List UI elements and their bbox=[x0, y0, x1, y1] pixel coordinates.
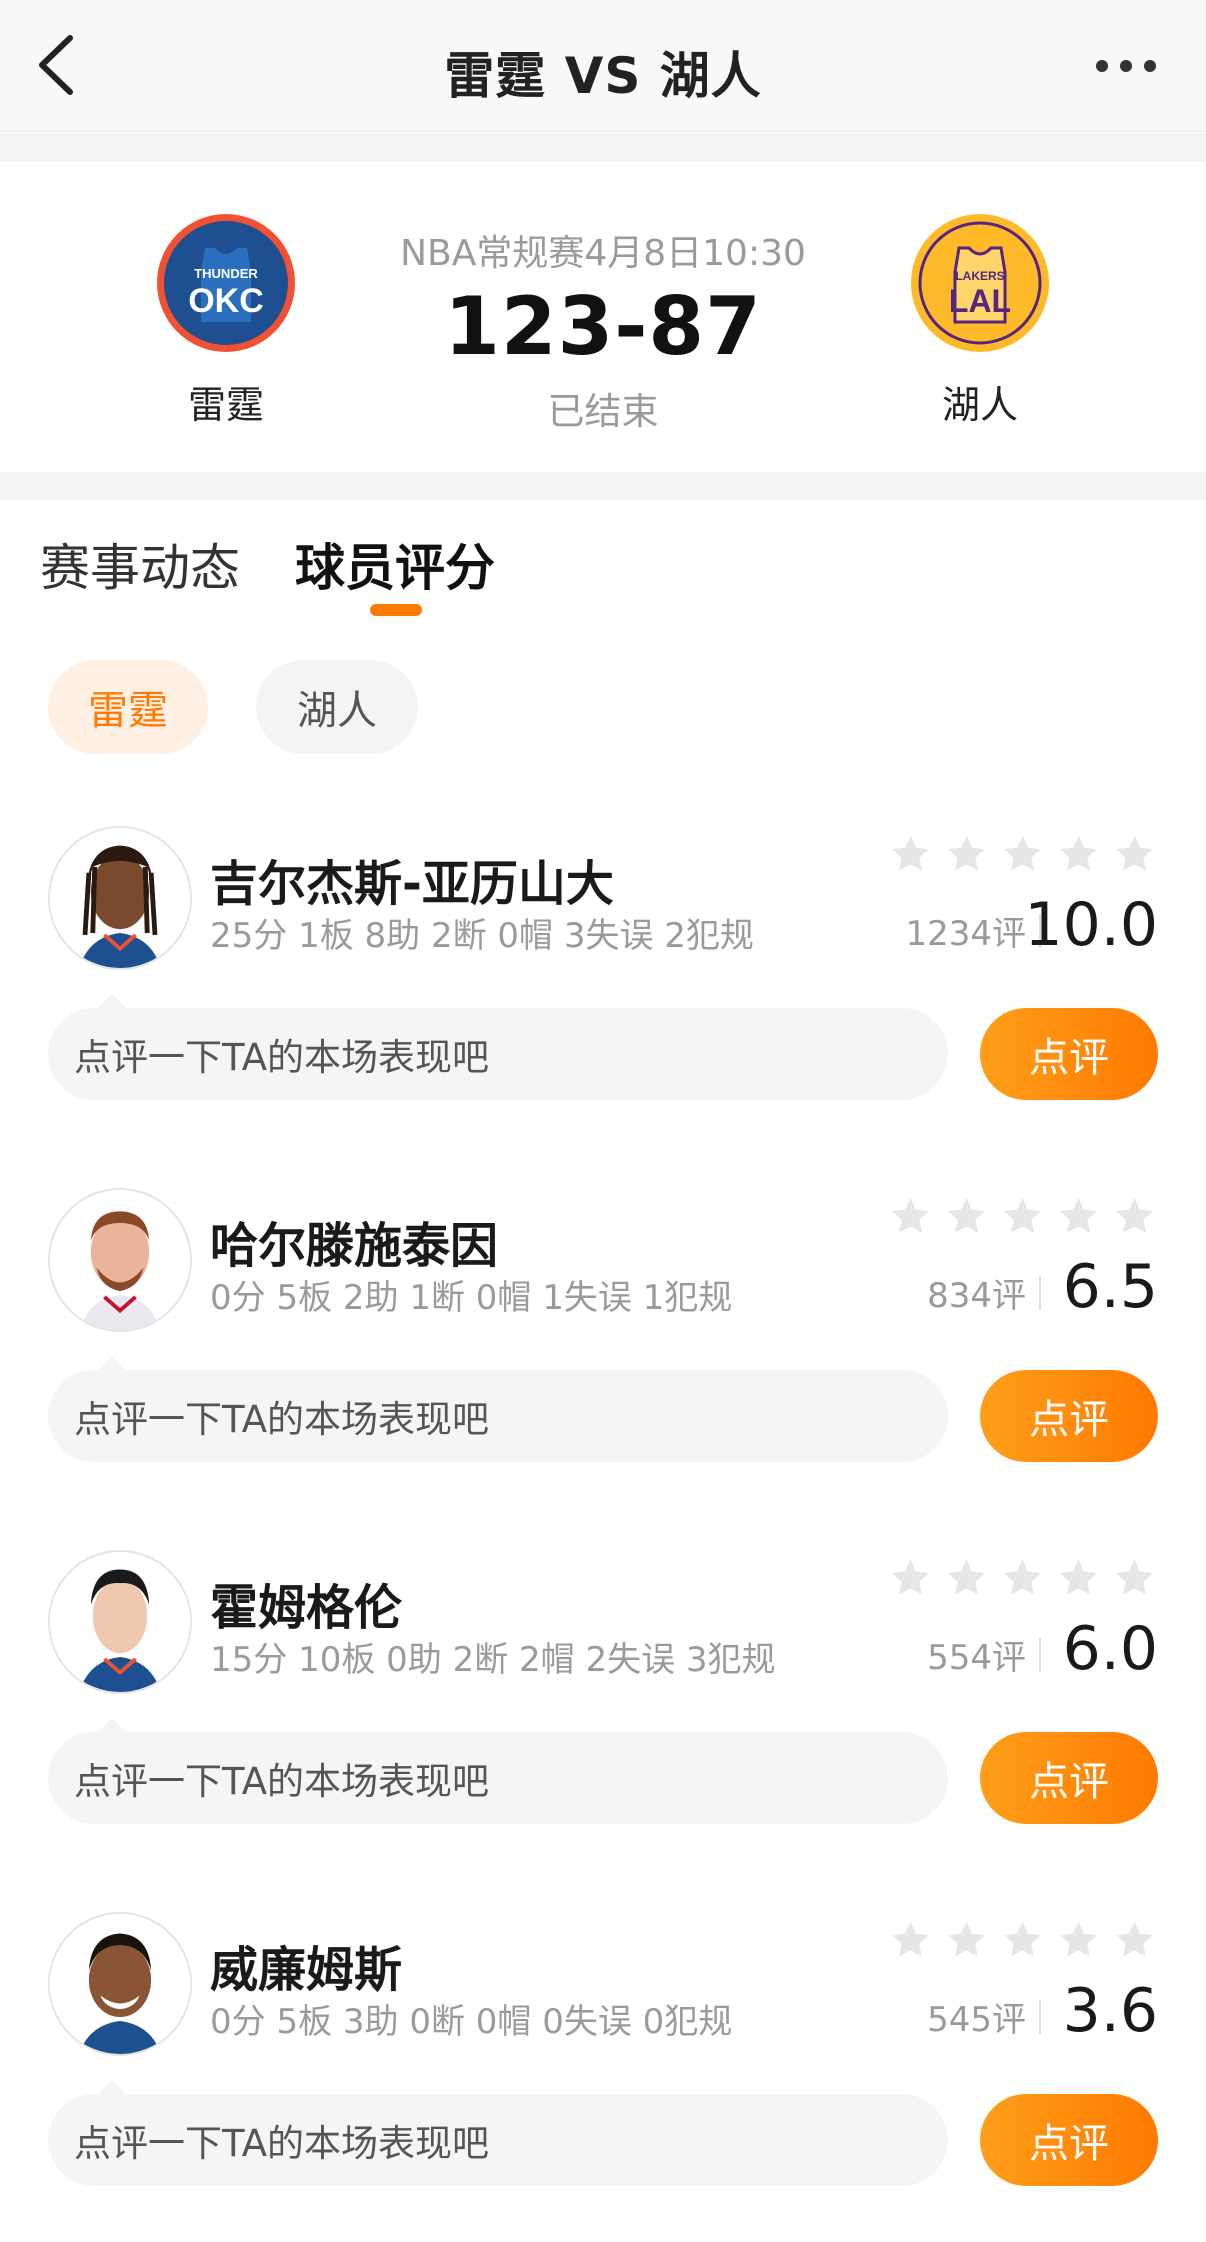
player-stats: 0分 5板 3助 0断 0帽 0失误 0犯规 bbox=[210, 2002, 733, 2042]
tab-indicator bbox=[370, 604, 422, 616]
star-icon[interactable] bbox=[1000, 832, 1045, 877]
comment-button[interactable]: 点评 bbox=[980, 1732, 1158, 1824]
rating-stars[interactable] bbox=[888, 1918, 1157, 1963]
home-team-name: 雷霆 bbox=[187, 383, 264, 427]
rating-score: 10.0 bbox=[1024, 890, 1158, 960]
star-icon[interactable] bbox=[888, 832, 933, 877]
star-icon[interactable] bbox=[1112, 1918, 1157, 1963]
home-team[interactable]: THUNDER OKC 雷霆 bbox=[126, 212, 326, 429]
player-card: 哈尔滕施泰因 0分 5板 2助 1断 0帽 1失误 1犯规 834评 6.5 点… bbox=[0, 1188, 1206, 1518]
star-icon[interactable] bbox=[1112, 1556, 1157, 1601]
comment-input[interactable]: 点评一下TA的本场表现吧 bbox=[48, 1370, 948, 1462]
svg-text:OKC: OKC bbox=[188, 282, 264, 320]
comment-input[interactable]: 点评一下TA的本场表现吧 bbox=[48, 1008, 948, 1100]
player-name: 威廉姆斯 bbox=[210, 1942, 403, 1998]
star-icon[interactable] bbox=[1000, 1556, 1045, 1601]
thunder-logo-icon: THUNDER OKC bbox=[157, 214, 295, 352]
star-icon[interactable] bbox=[1000, 1194, 1045, 1239]
rating-score: 6.5 bbox=[1062, 1252, 1158, 1322]
match-score: 123-87 bbox=[444, 280, 762, 373]
comment-input[interactable]: 点评一下TA的本场表现吧 bbox=[48, 2094, 948, 2186]
player-stats: 0分 5板 2助 1断 0帽 1失误 1犯规 bbox=[210, 1278, 733, 1318]
star-icon[interactable] bbox=[944, 1918, 989, 1963]
divider bbox=[1039, 1638, 1041, 1672]
rating-stars[interactable] bbox=[888, 1194, 1157, 1239]
player-name: 哈尔滕施泰因 bbox=[210, 1218, 499, 1274]
player-stats: 25分 1板 8助 2断 0帽 3失误 2犯规 bbox=[210, 916, 754, 956]
star-icon[interactable] bbox=[888, 1194, 933, 1239]
star-icon[interactable] bbox=[1056, 832, 1101, 877]
star-icon[interactable] bbox=[944, 1556, 989, 1601]
player-card: 吉尔杰斯-亚历山大 25分 1板 8助 2断 0帽 3失误 2犯规 1234评 … bbox=[0, 826, 1206, 1156]
star-icon[interactable] bbox=[944, 832, 989, 877]
match-meta: NBA常规赛4月8日10:30 bbox=[400, 233, 806, 274]
rating-stars[interactable] bbox=[888, 1556, 1157, 1601]
divider bbox=[1039, 2000, 1041, 2034]
divider bbox=[0, 472, 1206, 500]
player-avatar[interactable] bbox=[48, 826, 192, 970]
star-icon[interactable] bbox=[888, 1556, 933, 1601]
player-card: 威廉姆斯 0分 5板 3助 0断 0帽 0失误 0犯规 545评 3.6 点评一… bbox=[0, 1912, 1206, 2242]
player-name: 霍姆格伦 bbox=[210, 1580, 403, 1636]
filter-chip-away[interactable]: 湖人 bbox=[256, 660, 418, 754]
star-icon[interactable] bbox=[888, 1918, 933, 1963]
star-icon[interactable] bbox=[1112, 832, 1157, 877]
more-icon[interactable] bbox=[1086, 46, 1166, 86]
away-team[interactable]: LAKERS LAL 湖人 bbox=[880, 212, 1080, 429]
star-icon[interactable] bbox=[1000, 1918, 1045, 1963]
tab-bar: 赛事动态 球员评分 bbox=[0, 500, 1206, 650]
player-name: 吉尔杰斯-亚历山大 bbox=[210, 856, 614, 912]
divider bbox=[1039, 1276, 1041, 1310]
nav-bar: 雷霆 VS 湖人 bbox=[0, 0, 1206, 132]
comment-button[interactable]: 点评 bbox=[980, 2094, 1158, 2186]
page-title: 雷霆 VS 湖人 bbox=[444, 47, 762, 105]
tab-player-ratings[interactable]: 球员评分 bbox=[295, 528, 495, 600]
rating-score: 6.0 bbox=[1062, 1614, 1158, 1684]
star-icon[interactable] bbox=[1056, 1556, 1101, 1601]
rating-count: 545评 bbox=[927, 2000, 1026, 2040]
filter-chip-home[interactable]: 雷霆 bbox=[48, 660, 208, 754]
rating-stars[interactable] bbox=[888, 832, 1157, 877]
player-avatar[interactable] bbox=[48, 1188, 192, 1332]
player-avatar[interactable] bbox=[48, 1550, 192, 1694]
comment-button[interactable]: 点评 bbox=[980, 1370, 1158, 1462]
player-card: 霍姆格伦 15分 10板 0助 2断 2帽 2失误 3犯规 554评 6.0 点… bbox=[0, 1550, 1206, 1880]
match-info: NBA常规赛4月8日10:30 123-87 已结束 bbox=[353, 224, 853, 435]
tab-match-events[interactable]: 赛事动态 bbox=[40, 528, 240, 600]
star-icon[interactable] bbox=[944, 1194, 989, 1239]
divider bbox=[0, 133, 1206, 162]
rating-count: 554评 bbox=[927, 1638, 1026, 1678]
svg-text:THUNDER: THUNDER bbox=[194, 266, 258, 281]
player-stats: 15分 10板 0助 2断 2帽 2失误 3犯规 bbox=[210, 1640, 776, 1680]
rating-count: 834评 bbox=[927, 1276, 1026, 1316]
star-icon[interactable] bbox=[1056, 1918, 1101, 1963]
star-icon[interactable] bbox=[1112, 1194, 1157, 1239]
star-icon[interactable] bbox=[1056, 1194, 1101, 1239]
lakers-logo-icon: LAKERS LAL bbox=[911, 214, 1049, 352]
away-team-name: 湖人 bbox=[941, 383, 1018, 427]
comment-button[interactable]: 点评 bbox=[980, 1008, 1158, 1100]
player-avatar[interactable] bbox=[48, 1912, 192, 2056]
svg-text:LAKERS: LAKERS bbox=[955, 269, 1004, 283]
rating-score: 3.6 bbox=[1062, 1976, 1158, 2046]
comment-input[interactable]: 点评一下TA的本场表现吧 bbox=[48, 1732, 948, 1824]
match-header: THUNDER OKC 雷霆 NBA常规赛4月8日10:30 123-87 已结… bbox=[0, 162, 1206, 472]
rating-count: 1234评 bbox=[905, 914, 1026, 954]
match-status: 已结束 bbox=[547, 390, 659, 433]
svg-text:LAL: LAL bbox=[949, 283, 1011, 319]
